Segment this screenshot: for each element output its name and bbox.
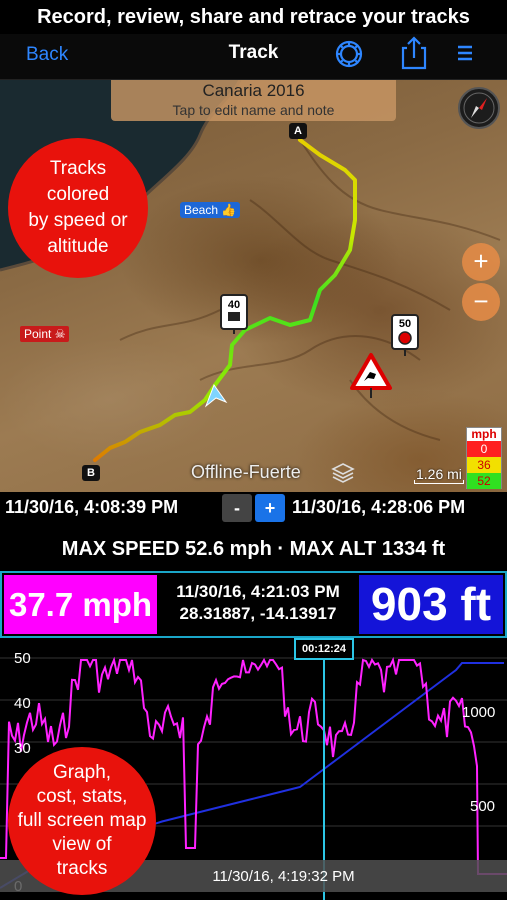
speed-sign-value: 50 <box>399 318 411 330</box>
start-marker[interactable]: A <box>289 123 307 139</box>
bubble-line: Tracks <box>49 158 107 179</box>
thumbs-up-icon: 👍 <box>221 203 237 217</box>
plus-button[interactable]: + <box>255 494 285 522</box>
speed-sign-value: 40 <box>228 299 240 311</box>
y-tick-right: 1000 <box>462 704 496 721</box>
start-time: 11/30/16, 4:08:39 PM <box>5 497 179 517</box>
graph-info-bubble: Graph, cost, stats, full screen map view… <box>8 747 156 895</box>
end-marker[interactable]: B <box>82 465 100 481</box>
bubble-line: colored <box>46 184 110 205</box>
animal-crossing-sign[interactable] <box>350 352 392 405</box>
zoom-in-button[interactable]: + <box>462 243 500 281</box>
offline-map-label: Offline-Fuerte <box>191 462 301 482</box>
point-readout: 37.7 mph 11/30/16, 4:21:03 PM 28.31887, … <box>0 571 507 638</box>
y-tick-left: 30 <box>14 740 31 757</box>
cursor-time-label: 00:12:24 <box>294 638 355 660</box>
back-button[interactable]: Back <box>26 34 68 76</box>
compass-icon[interactable] <box>458 87 500 129</box>
bubble-line: tracks <box>56 858 108 879</box>
nav-bar: Back Track <box>0 34 507 80</box>
tracks-info-bubble: Tracks colored by speed or altitude <box>8 138 148 278</box>
beach-waypoint[interactable]: Beach 👍 <box>180 202 241 218</box>
legend-unit: mph <box>471 427 497 441</box>
menu-icon[interactable] <box>456 42 474 69</box>
point-label-text: Point <box>24 327 52 341</box>
share-icon[interactable] <box>398 34 430 77</box>
bubble-line: cost, stats, <box>36 786 128 807</box>
bubble-line: by speed or <box>28 210 128 231</box>
track-name: Canaria 2016 <box>202 81 305 100</box>
point-info: 11/30/16, 4:21:03 PM 28.31887, -14.13917 <box>159 581 357 625</box>
minus-button[interactable]: - <box>222 494 252 522</box>
legend-value: 52 <box>467 473 501 489</box>
page-title: Track <box>228 42 279 63</box>
speed-value: 37.7 mph <box>4 575 157 634</box>
point-coordinates: 28.31887, -14.13917 <box>179 604 337 623</box>
beach-label-text: Beach <box>184 203 219 217</box>
point-time: 11/30/16, 4:21:03 PM <box>176 582 340 601</box>
y-tick-left: 40 <box>14 695 31 712</box>
zoom-out-button[interactable]: − <box>462 283 500 321</box>
y-tick-right: 500 <box>470 798 496 815</box>
bubble-line: view of <box>52 834 112 855</box>
skull-icon: ☠ <box>54 327 66 341</box>
speed-legend: mph 0 36 52 <box>466 427 502 489</box>
bubble-line: full screen map <box>17 810 147 831</box>
track-map[interactable]: Canaria 2016 Tap to edit name and note T… <box>0 80 507 492</box>
map-scale-bar <box>414 480 464 484</box>
promo-banner: Record, review, share and retrace your t… <box>0 0 507 34</box>
layers-icon[interactable] <box>330 461 356 490</box>
end-time: 11/30/16, 4:28:06 PM <box>292 497 466 517</box>
bubble-line: altitude <box>47 236 109 257</box>
gear-icon[interactable] <box>331 36 367 77</box>
legend-value: 36 <box>467 457 501 473</box>
point-waypoint[interactable]: Point ☠ <box>20 326 70 342</box>
bubble-line: Graph, <box>52 762 112 783</box>
time-range-row: 11/30/16, 4:08:39 PM - + 11/30/16, 4:28:… <box>0 492 507 524</box>
speed-limit-sign[interactable]: 50 <box>391 314 419 361</box>
speed-camera-sign[interactable]: 40 <box>220 294 248 339</box>
track-name-hint: Tap to edit name and note <box>172 102 335 118</box>
y-tick-left: 50 <box>14 650 31 667</box>
track-name-box[interactable]: Canaria 2016 Tap to edit name and note <box>111 80 396 121</box>
altitude-value: 903 ft <box>359 575 503 634</box>
legend-value: 0 <box>467 441 501 457</box>
max-stats: MAX SPEED 52.6 mph · MAX ALT 1334 ft <box>61 538 446 560</box>
